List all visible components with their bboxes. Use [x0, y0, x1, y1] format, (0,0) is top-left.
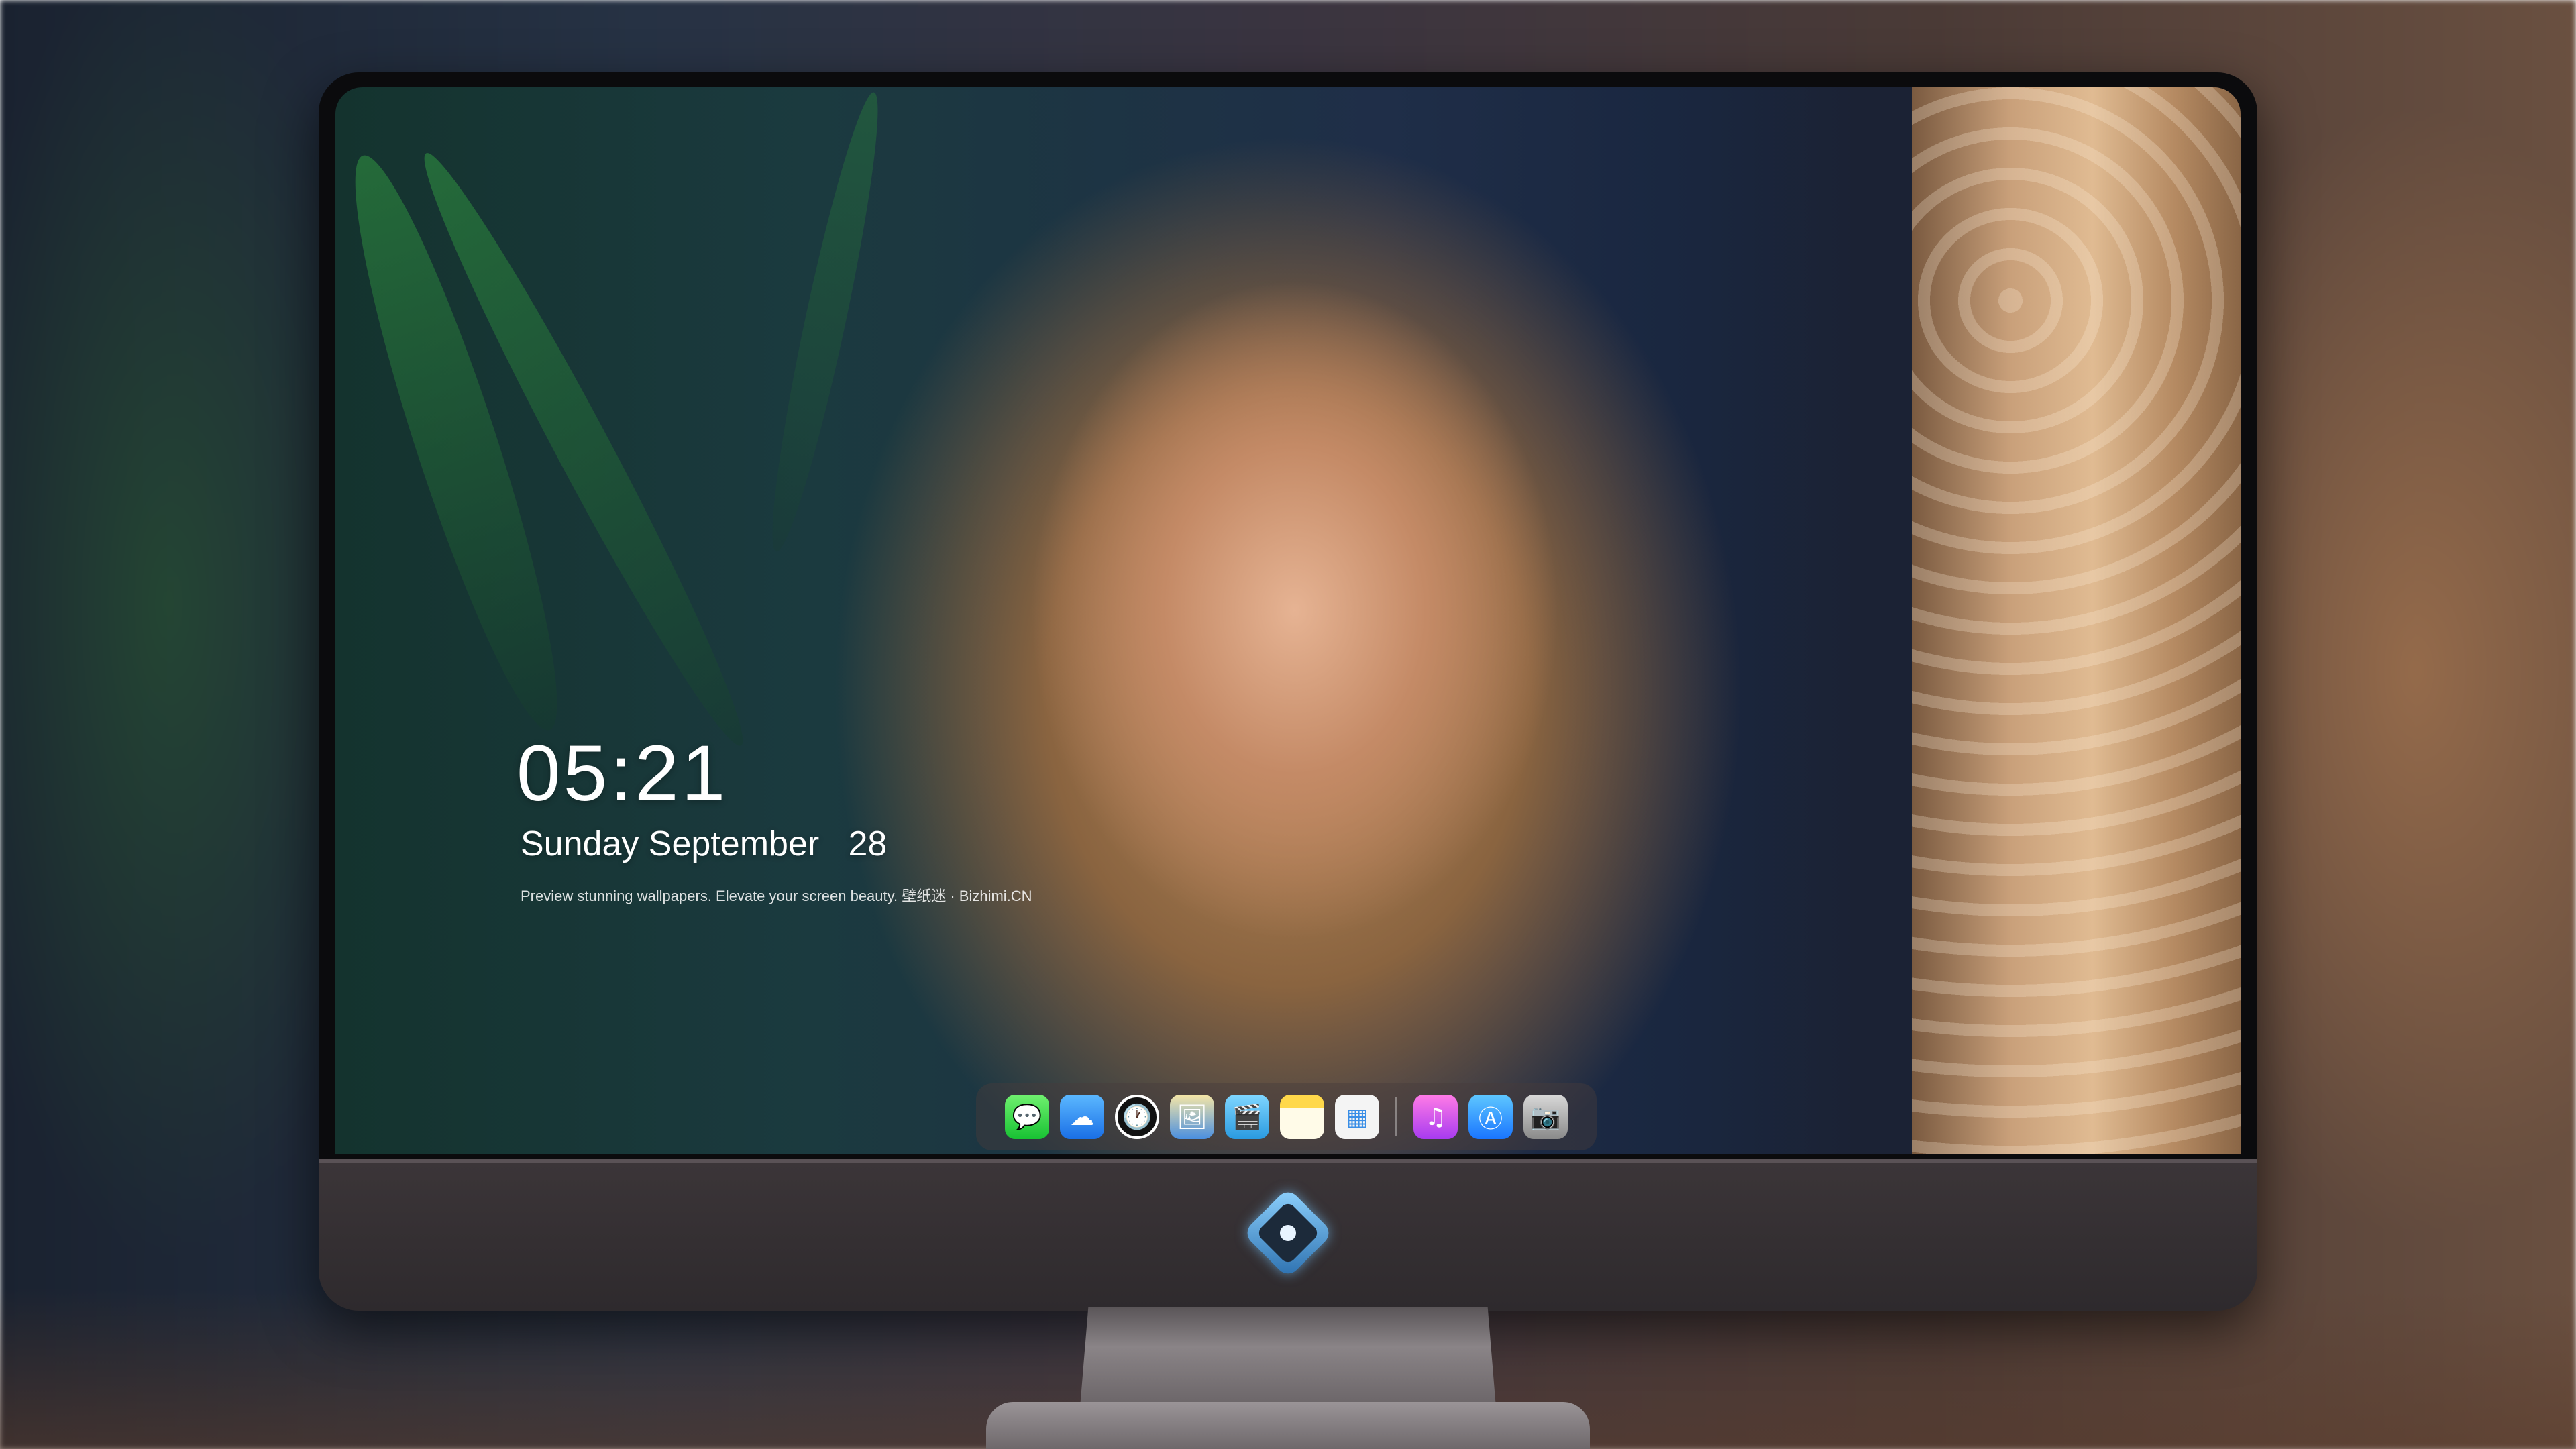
plant-leaf [756, 88, 894, 556]
monitor-screen [335, 87, 2241, 1154]
dock-separator [1395, 1097, 1397, 1136]
monitor-stand-base [986, 1402, 1590, 1449]
clips-icon[interactable]: 🎬 [1225, 1095, 1269, 1139]
notes-icon[interactable] [1280, 1095, 1324, 1139]
lockscreen-tagline: Preview stunning wallpapers. Elevate you… [521, 888, 1032, 904]
dock: 💬 ☁ 🕐 🖼 🎬 ▦ ♫ Ⓐ 📷 [976, 1083, 1597, 1150]
photos-icon[interactable]: ▦ [1335, 1095, 1379, 1139]
preview-icon[interactable]: 🖼 [1170, 1095, 1214, 1139]
app-store-icon[interactable]: Ⓐ [1468, 1095, 1513, 1139]
music-icon[interactable]: ♫ [1413, 1095, 1458, 1139]
monitor-stand-neck [1080, 1307, 1496, 1407]
messages-icon[interactable]: 💬 [1005, 1095, 1049, 1139]
brand-logo-inner [1255, 1200, 1321, 1266]
clock-icon[interactable]: 🕐 [1115, 1095, 1159, 1139]
lockscreen-time: 05:21 [517, 729, 729, 818]
lace-curtain [1912, 87, 2241, 1154]
weather-icon[interactable]: ☁ [1060, 1095, 1104, 1139]
lockscreen-date: Sunday September 28 [521, 824, 888, 863]
brand-logo-mascot [1277, 1222, 1299, 1244]
camera-icon[interactable]: 📷 [1523, 1095, 1568, 1139]
